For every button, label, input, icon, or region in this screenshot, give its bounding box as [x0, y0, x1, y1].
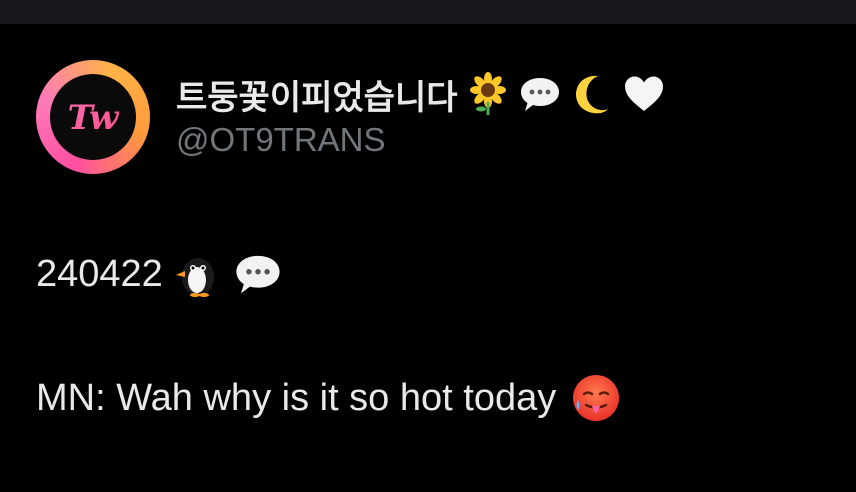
avatar-logo-text: Tw [68, 98, 121, 138]
tweet-date-text: 240422 [36, 252, 163, 295]
user-handle[interactable]: @OT9TRANS [176, 121, 386, 159]
tweet-line-2: MN: Wah why is it so hot today [36, 370, 622, 426]
twice-logo-icon: Tw [68, 98, 121, 138]
speech-bubble-icon [233, 249, 283, 299]
avatar[interactable]: Tw [36, 60, 150, 174]
white-heart-icon [622, 72, 666, 116]
hot-face-icon [570, 372, 622, 424]
penguin-icon [173, 249, 223, 299]
avatar-inner: Tw [50, 74, 136, 160]
crescent-moon-icon [570, 72, 614, 116]
speech-bubble-icon [518, 72, 562, 116]
tweet-line-1: 240422 [36, 246, 283, 302]
top-strip [0, 0, 856, 24]
tweet-body-text: MN: Wah why is it so hot today [36, 376, 557, 419]
sunflower-icon [466, 72, 510, 116]
display-name: 트둥꽃이피었습니다 [176, 77, 458, 118]
display-name-row[interactable]: 트둥꽃이피었습니다 [176, 70, 666, 118]
tweet-card: Tw 트둥꽃이피었습니다 @OT9TRANS 240422 MN: Wah wh… [0, 24, 856, 492]
